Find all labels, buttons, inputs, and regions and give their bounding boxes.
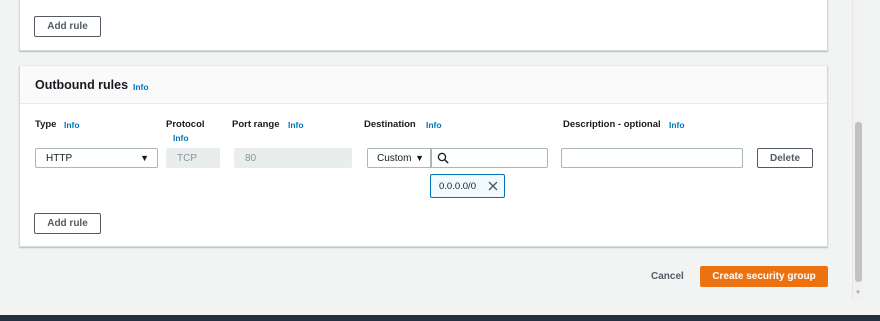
protocol-field: TCP	[166, 148, 220, 168]
type-info-link[interactable]: Info	[64, 120, 80, 130]
close-icon[interactable]	[487, 180, 499, 192]
description-column-label: Description - optional	[563, 119, 661, 130]
port-range-value: 80	[245, 152, 257, 164]
outbound-rules-header: Outbound rules Info	[20, 66, 827, 104]
outbound-rules-info-link[interactable]: Info	[133, 82, 149, 92]
outbound-rules-panel: Outbound rules Info Type Info Protocol I…	[19, 65, 828, 247]
port-range-field: 80	[234, 148, 352, 168]
protocol-info-link[interactable]: Info	[173, 133, 189, 143]
type-column-label: Type	[35, 119, 57, 130]
scrollbar-thumb[interactable]	[855, 122, 862, 282]
scroll-down-icon[interactable]: ▼	[855, 290, 861, 296]
port-range-column-label: Port range	[232, 119, 280, 130]
type-select-value: HTTP	[46, 152, 73, 164]
destination-type-select[interactable]: Custom ▼	[367, 148, 431, 168]
search-icon	[437, 152, 449, 164]
port-range-info-link[interactable]: Info	[288, 120, 304, 130]
delete-rule-button[interactable]: Delete	[757, 148, 813, 168]
destination-token-label: 0.0.0.0/0	[439, 180, 476, 192]
caret-down-icon: ▼	[140, 153, 149, 163]
type-select[interactable]: HTTP ▼	[35, 148, 158, 168]
description-input[interactable]	[561, 148, 743, 168]
protocol-column-label: Protocol	[166, 119, 205, 130]
outbound-add-rule-button[interactable]: Add rule	[34, 213, 101, 234]
destination-search-input[interactable]	[431, 148, 548, 168]
inbound-rules-panel: Add rule	[19, 0, 828, 51]
create-security-group-button[interactable]: Create security group	[700, 266, 828, 287]
inbound-add-rule-button[interactable]: Add rule	[34, 16, 101, 37]
caret-down-icon: ▼	[415, 153, 424, 163]
cancel-button[interactable]: Cancel	[651, 271, 684, 282]
description-info-link[interactable]: Info	[669, 120, 685, 130]
console-footer-bar	[0, 315, 880, 321]
destination-info-link[interactable]: Info	[426, 120, 442, 130]
outbound-rules-title: Outbound rules	[35, 78, 129, 92]
destination-column-label: Destination	[364, 119, 416, 130]
protocol-value: TCP	[177, 152, 197, 164]
destination-type-value: Custom	[377, 152, 412, 164]
destination-token: 0.0.0.0/0	[430, 174, 505, 198]
page-scrollbar[interactable]: ▼	[852, 0, 863, 300]
